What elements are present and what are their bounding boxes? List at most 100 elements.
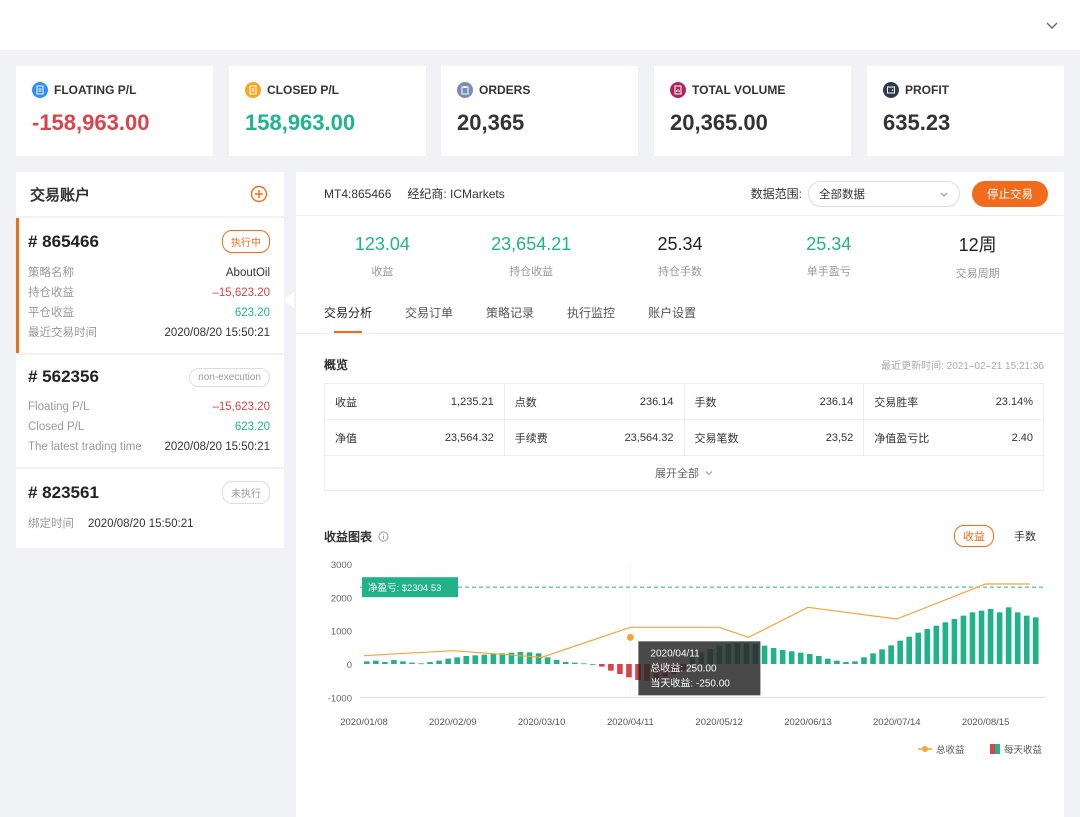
toggle-profit[interactable]: 收益 (954, 525, 994, 547)
daily-profit-bar[interactable] (517, 652, 524, 664)
daily-profit-bar[interactable] (553, 660, 560, 664)
daily-profit-bar[interactable] (978, 610, 985, 664)
daily-profit-bar[interactable] (445, 658, 451, 664)
toggle-lots[interactable]: 手数 (1006, 526, 1044, 546)
daily-profit-bar[interactable] (617, 664, 623, 674)
daily-profit-bar[interactable] (951, 619, 958, 664)
daily-profit-bar[interactable] (825, 658, 831, 664)
tab-item[interactable]: 执行监控 (567, 296, 615, 333)
field-value: 2020/08/20 15:50:21 (88, 518, 194, 530)
daily-profit-bar[interactable] (779, 650, 786, 664)
account-card[interactable]: # 823561 未执行 绑定时间 2020/08/20 15:50:21 (16, 469, 284, 548)
daily-profit-bar[interactable] (535, 653, 542, 664)
overview-section: 概览 最近更新时间: 2021–02–21 15:21:36 收益 1,235.2… (296, 334, 1064, 491)
chevron-down-icon[interactable] (1044, 17, 1060, 33)
daily-profit-bar[interactable] (463, 656, 470, 664)
daily-profit-bar[interactable] (481, 654, 488, 664)
cell-value: 23,52 (825, 431, 854, 444)
chart-title-text: 收益图表 (324, 529, 373, 544)
clipboard-icon (457, 82, 473, 98)
stat-label: TOTAL VOLUME (692, 83, 786, 97)
legend-total-profit[interactable]: 总收益 (936, 744, 965, 756)
daily-profit-bar[interactable] (879, 649, 885, 664)
daily-profit-bar[interactable] (608, 664, 614, 671)
daily-profit-bar[interactable] (427, 662, 433, 664)
account-field: 绑定时间 2020/08/20 15:50:21 (28, 514, 270, 534)
daily-profit-bar[interactable] (382, 662, 388, 664)
daily-profit-bar[interactable] (400, 661, 406, 664)
tab-item[interactable]: 交易分析 (324, 296, 372, 333)
daily-profit-bar[interactable] (861, 657, 867, 664)
stop-trading-button[interactable]: 停止交易 (972, 180, 1048, 207)
daily-profit-bar[interactable] (987, 609, 994, 664)
daily-profit-bar[interactable] (472, 655, 479, 664)
expand-all-button[interactable]: 展开全部 (325, 456, 1043, 490)
daily-profit-bar[interactable] (364, 661, 370, 664)
daily-profit-bar[interactable] (834, 660, 840, 664)
tab-bar: 交易分析 交易订单 策略记录 执行监控 账户设置 (296, 296, 1064, 334)
daily-profit-bar[interactable] (852, 661, 858, 664)
cell-value: 23,564.32 (624, 431, 674, 444)
daily-profit-bar[interactable] (544, 657, 551, 664)
add-account-icon[interactable] (250, 185, 268, 203)
daily-profit-bar[interactable] (580, 663, 587, 665)
tab-item[interactable]: 账户设置 (648, 296, 696, 333)
daily-profit-bar[interactable] (526, 652, 533, 664)
account-field: Floating P/L –15,623.20 (28, 397, 270, 417)
daily-profit-bar[interactable] (571, 662, 578, 664)
daily-profit-bar[interactable] (924, 629, 931, 664)
account-card[interactable]: # 865466 执行中 策略名称 AboutOil 持仓收益 –15,623.20 平仓收… (16, 218, 284, 353)
daily-profit-bar[interactable] (590, 664, 596, 665)
daily-profit-bar[interactable] (816, 656, 822, 664)
daily-profit-bar[interactable] (626, 664, 632, 678)
report-icon (670, 82, 686, 98)
tooltip-text: 总收益: 250.00 (650, 661, 717, 674)
document-icon (245, 82, 261, 98)
daily-profit-bar[interactable] (761, 645, 768, 664)
daily-profit-bar[interactable] (418, 663, 424, 665)
tab-item[interactable]: 策略记录 (486, 296, 534, 333)
daily-profit-bar[interactable] (599, 664, 605, 667)
daily-profit-bar[interactable] (897, 640, 903, 664)
daily-profit-bar[interactable] (933, 625, 940, 664)
daily-profit-bar[interactable] (969, 612, 976, 664)
x-tick-label: 2020/07/14 (873, 717, 921, 728)
daily-profit-bar[interactable] (942, 622, 949, 664)
legend-line-marker (922, 746, 928, 752)
daily-profit-bar[interactable] (436, 660, 442, 664)
tab-item[interactable]: 交易订单 (405, 296, 453, 333)
hover-point[interactable] (626, 633, 634, 641)
x-tick-label: 2020/03/10 (518, 717, 566, 728)
stat-value: 158,963.00 (245, 110, 356, 135)
info-icon[interactable] (378, 530, 389, 542)
daily-profit-bar[interactable] (806, 654, 813, 664)
daily-profit-bar[interactable] (843, 662, 849, 664)
daily-profit-bar[interactable] (391, 660, 397, 664)
daily-profit-bar[interactable] (490, 654, 497, 664)
daily-profit-bar[interactable] (1023, 615, 1030, 664)
daily-profit-bar[interactable] (960, 615, 967, 664)
daily-profit-bar[interactable] (906, 636, 913, 664)
daily-profit-bar[interactable] (373, 660, 379, 664)
daily-profit-bar[interactable] (797, 652, 804, 664)
daily-profit-bar[interactable] (888, 645, 894, 664)
daily-profit-bar[interactable] (1005, 607, 1012, 664)
account-card[interactable]: # 562356 non-execution Floating P/L –15,623… (16, 355, 284, 467)
daily-profit-bar[interactable] (996, 612, 1003, 664)
daily-profit-bar[interactable] (409, 662, 415, 664)
cell-label: 净值 (335, 432, 357, 445)
daily-profit-bar[interactable] (770, 648, 777, 664)
account-field: 平仓收益 623.20 (28, 303, 270, 323)
daily-profit-bar[interactable] (788, 651, 795, 664)
legend-daily-profit[interactable]: 每天收益 (1004, 744, 1043, 756)
status-badge: 执行中 (222, 230, 270, 253)
daily-profit-bar[interactable] (915, 632, 922, 664)
daily-profit-bar[interactable] (454, 657, 461, 664)
daily-profit-bar[interactable] (1032, 617, 1039, 664)
metric-value: 25.34 (806, 233, 852, 254)
chart-title: 收益图表 (324, 528, 389, 545)
daily-profit-bar[interactable] (562, 662, 569, 664)
range-select[interactable]: 全部数据 (808, 180, 960, 207)
daily-profit-bar[interactable] (1014, 612, 1021, 664)
daily-profit-bar[interactable] (870, 653, 876, 664)
